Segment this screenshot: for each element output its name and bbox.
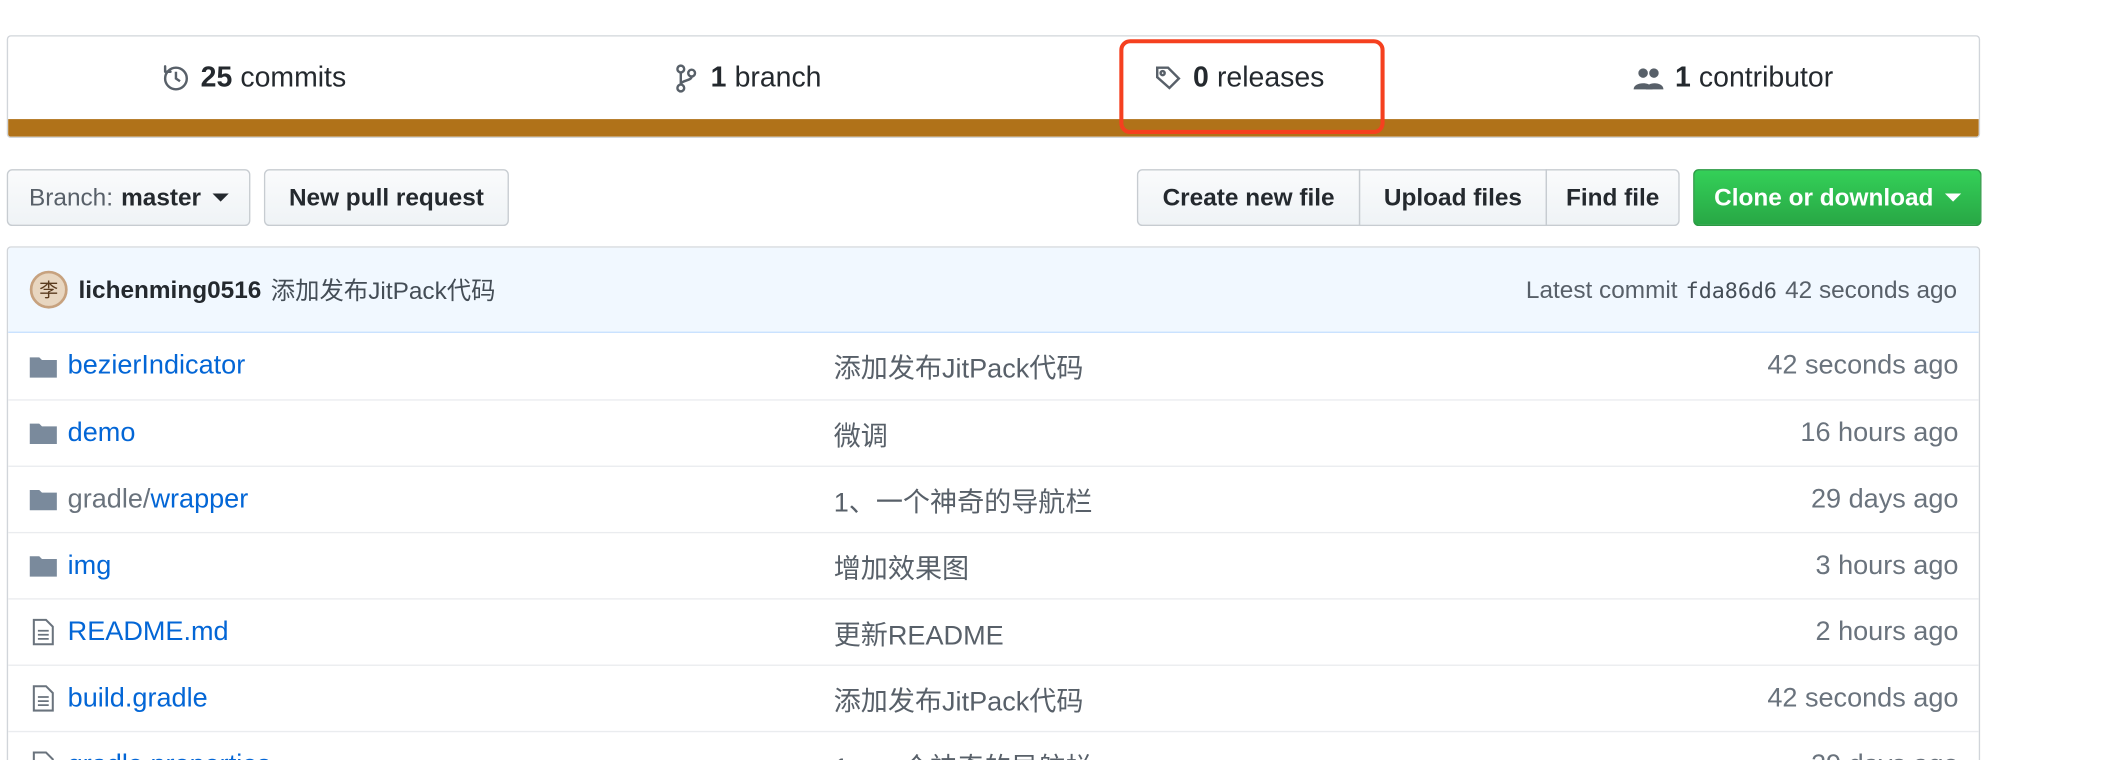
branches-label: branch (734, 62, 822, 94)
file-commit-message-link[interactable]: 添加发布JitPack代码 (834, 346, 1084, 385)
file-age: 29 days ago (1810, 483, 1959, 514)
commits-count: 25 (200, 62, 233, 94)
file-age: 29 days ago (1811, 749, 1959, 760)
history-icon (164, 65, 189, 91)
releases-highlight-box (1119, 39, 1385, 134)
commit-author-link[interactable]: lichenming0516 (79, 275, 262, 303)
folder-icon (28, 420, 58, 447)
avatar[interactable]: 李 (29, 270, 68, 309)
caret-down-icon (1944, 193, 1961, 202)
file-icon (28, 685, 58, 712)
file-name-text: gradle.properties (68, 749, 271, 760)
file-rows: bezierIndicator 添加发布JitPack代码 42 seconds a… (8, 333, 1979, 760)
file-list: 李 lichenming0516 添加发布JitPack代码 Latest co… (6, 246, 1981, 760)
commits-link[interactable]: 25 commits (8, 37, 501, 121)
commits-label: commits (240, 62, 347, 94)
git-branch-icon (676, 64, 697, 93)
file-name-link[interactable]: README.md (68, 617, 229, 648)
latest-commit-age: 42 seconds ago (1785, 275, 1958, 303)
file-age: 42 seconds ago (1767, 682, 1959, 713)
branch-name: master (121, 183, 202, 211)
table-row[interactable]: gradle/wrapper 1、一个神奇的导航栏 29 days ago (8, 465, 1979, 532)
contributors-link[interactable]: 1 contributor (1486, 37, 1979, 121)
caret-down-icon (211, 193, 229, 202)
people-icon (1633, 68, 1663, 90)
table-row[interactable]: demo 微调 16 hours ago (8, 399, 1979, 465)
file-icon (28, 618, 58, 646)
file-commit-message-link[interactable]: 添加发布JitPack代码 (834, 679, 1084, 718)
commit-message-link[interactable]: 添加发布JitPack代码 (271, 272, 496, 307)
table-row[interactable]: build.gradle 添加发布JitPack代码 42 seconds ago (8, 664, 1979, 731)
file-commit-message-link[interactable]: 1、一个神奇的导航栏 (834, 745, 1093, 760)
file-age: 42 seconds ago (1767, 350, 1959, 381)
branch-select-button[interactable]: Branch: master (6, 169, 251, 227)
table-row[interactable]: README.md 更新README 2 hours ago (8, 598, 1979, 664)
branches-count: 1 (710, 62, 727, 94)
file-name-text: build.gradle (67, 682, 208, 713)
file-commit-message-link[interactable]: 1、一个神奇的导航栏 (834, 480, 1093, 519)
file-name-link[interactable]: build.gradle (68, 683, 208, 714)
file-age: 2 hours ago (1815, 616, 1959, 647)
find-file-button[interactable]: Find file (1545, 169, 1680, 227)
folder-icon (28, 353, 58, 380)
folder-icon (28, 486, 58, 513)
file-name-link[interactable]: bezierIndicator (68, 351, 246, 382)
file-name-link[interactable]: gradle/wrapper (68, 484, 249, 515)
file-age: 3 hours ago (1815, 550, 1959, 580)
table-row[interactable]: img 增加效果图 3 hours ago (8, 531, 1979, 598)
file-name-text: demo (67, 417, 136, 448)
latest-commit-prefix: Latest commit (1525, 275, 1678, 303)
file-name-text: wrapper (150, 483, 249, 514)
file-age: 16 hours ago (1800, 417, 1959, 448)
table-row[interactable]: bezierIndicator 添加发布JitPack代码 42 seconds a… (8, 333, 1979, 399)
branches-link[interactable]: 1 branch (501, 37, 994, 121)
repo-page: 25 commits 1 branch 0 releases 1 contrib… (0, 0, 2106, 760)
file-name-link[interactable]: img (68, 550, 112, 581)
file-name-text: img (67, 550, 112, 580)
latest-commit-bar: 李 lichenming0516 添加发布JitPack代码 Latest co… (8, 247, 1979, 333)
latest-commit-info: Latest commit fda86d6 42 seconds ago (1526, 275, 1957, 303)
branch-prefix: Branch: (29, 183, 114, 211)
new-pull-request-button[interactable]: New pull request (263, 169, 509, 227)
file-commit-message-link[interactable]: 增加效果图 (834, 546, 969, 585)
clone-or-download-button[interactable]: Clone or download (1693, 169, 1982, 227)
file-name-text: README.md (67, 616, 229, 647)
file-actions-group: Create new file Upload files Find file (1136, 169, 1680, 227)
file-commit-message-link[interactable]: 更新README (834, 612, 1004, 651)
folder-icon (28, 552, 58, 579)
contributors-label: contributor (1698, 62, 1834, 94)
file-name-link[interactable]: gradle.properties (68, 749, 271, 760)
file-icon (28, 751, 58, 760)
create-new-file-button[interactable]: Create new file (1136, 169, 1361, 227)
contributors-count: 1 (1674, 62, 1691, 94)
upload-files-button[interactable]: Upload files (1358, 169, 1548, 227)
file-dir-prefix: gradle/ (67, 483, 151, 514)
repo-summary-bar: 25 commits 1 branch 0 releases 1 contrib… (6, 35, 1981, 139)
file-commit-message-link[interactable]: 微调 (834, 413, 888, 452)
clone-label: Clone or download (1714, 183, 1934, 211)
file-name-link[interactable]: demo (68, 418, 136, 449)
language-bar[interactable] (8, 119, 1979, 137)
table-row[interactable]: gradle.properties 1、一个神奇的导航栏 29 days ago (8, 730, 1979, 760)
file-name-text: bezierIndicator (67, 350, 246, 381)
commit-sha-link[interactable]: fda86d6 (1686, 277, 1777, 303)
